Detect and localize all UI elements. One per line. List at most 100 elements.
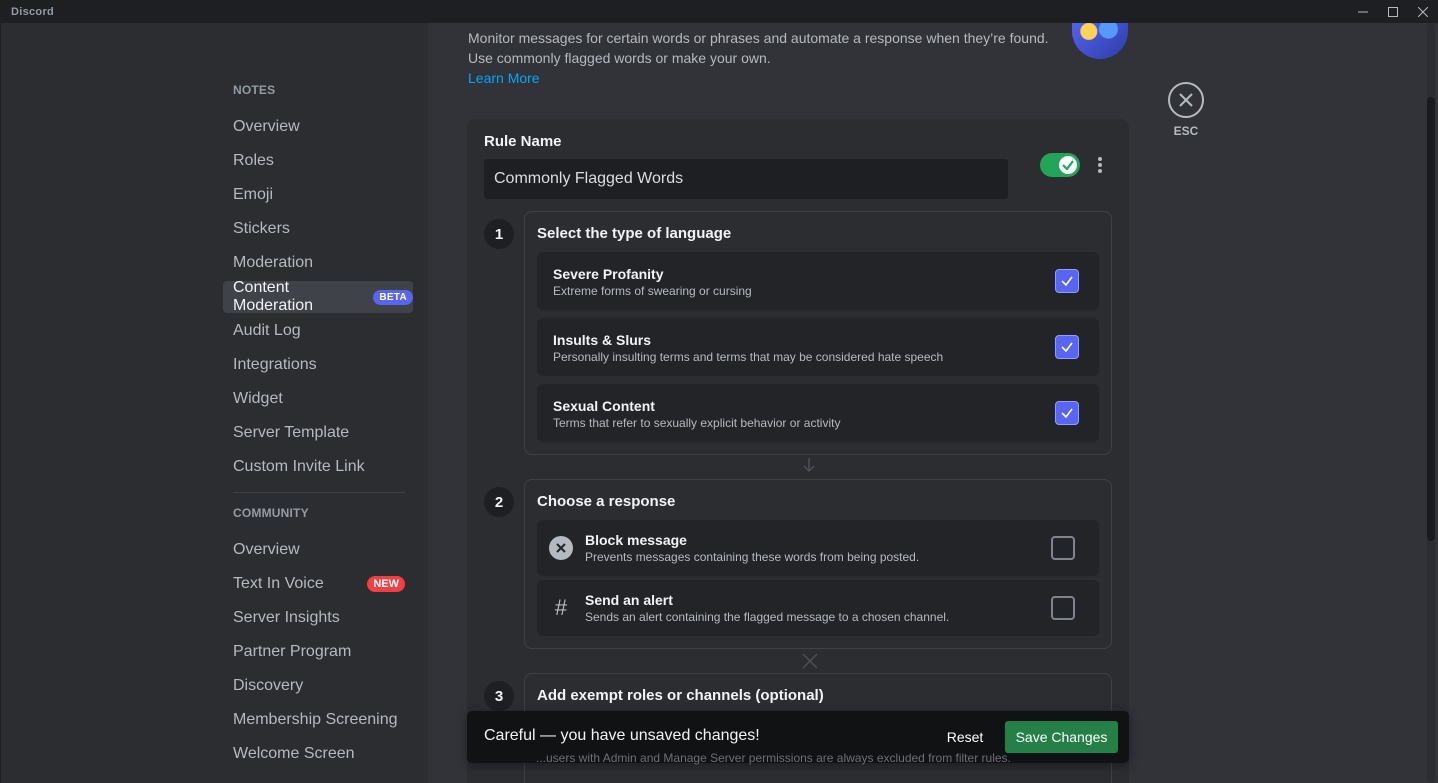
sidebar-item-audit-log[interactable]: Audit Log <box>223 315 413 347</box>
sidebar-item-label: Widget <box>233 390 283 407</box>
option-description: Sends an alert containing the flagged me… <box>585 610 950 624</box>
hash-icon: # <box>554 595 568 620</box>
scrollbar-thumb[interactable] <box>1427 97 1435 541</box>
sidebar-item-content-moderation[interactable]: Content Moderation BETA <box>223 279 413 314</box>
sidebar-item-partner-program[interactable]: Partner Program <box>223 636 413 668</box>
option-description: Extreme forms of swearing or cursing <box>553 284 752 298</box>
checkbox-checked[interactable] <box>1055 401 1079 425</box>
sidebar-item-label: Text In Voice <box>233 575 324 592</box>
title-bar: Discord <box>0 0 1438 23</box>
option-title: Insults & Slurs <box>553 332 652 348</box>
sidebar-item-discovery[interactable]: Discovery <box>223 670 413 702</box>
x-connector-icon <box>802 653 818 672</box>
automod-rule-card: Rule Name Commonly Flagged Words 1 Selec… <box>467 119 1129 783</box>
more-options-icon[interactable] <box>1095 155 1105 175</box>
rule-name-label: Rule Name <box>484 133 562 150</box>
beta-badge: BETA <box>373 289 413 305</box>
option-title: Send an alert <box>585 592 673 608</box>
sidebar-item-integrations[interactable]: Integrations <box>223 349 413 381</box>
sidebar-item-welcome-screen[interactable]: Welcome Screen <box>223 738 413 770</box>
sidebar-item-label: Membership Screening <box>233 711 398 728</box>
sidebar-item-widget[interactable]: Widget <box>223 383 413 415</box>
sidebar-item-label: Discovery <box>233 677 304 694</box>
rule-enabled-toggle[interactable] <box>1040 153 1080 177</box>
option-title: Severe Profanity <box>553 266 664 282</box>
option-description: Terms that refer to sexually explicit be… <box>553 416 841 430</box>
nav-divider <box>233 492 405 493</box>
app-title: Discord <box>11 5 55 18</box>
sidebar-item-server-template[interactable]: Server Template <box>223 417 413 449</box>
arrow-down-icon <box>802 457 816 476</box>
check-icon <box>1059 156 1077 174</box>
option-send-alert[interactable]: # Send an alert Sends an alert containin… <box>537 580 1099 636</box>
sidebar-item-emoji[interactable]: Emoji <box>223 179 413 211</box>
close-window-icon[interactable] <box>1408 0 1438 23</box>
esc-label: ESC <box>1173 124 1199 138</box>
close-settings[interactable]: ESC <box>1168 82 1204 138</box>
sidebar-item-community-overview[interactable]: Overview <box>223 534 413 566</box>
block-icon <box>549 536 573 560</box>
step-number-3: 3 <box>484 681 514 711</box>
sidebar-item-label: Overview <box>233 118 300 135</box>
sidebar-item-label: Overview <box>233 541 300 558</box>
new-badge: NEW <box>367 576 405 592</box>
unsaved-message: Careful — you have unsaved changes! <box>484 727 760 744</box>
sidebar-item-label: Roles <box>233 152 274 169</box>
sidebar-item-membership-screening[interactable]: Membership Screening <box>223 704 413 736</box>
window-controls <box>1348 0 1438 23</box>
option-title: Sexual Content <box>553 398 655 414</box>
section-header-notes: NOTES <box>233 83 276 97</box>
settings-content: Monitor messages for certain words or ph… <box>428 23 1438 783</box>
reset-button[interactable]: Reset <box>937 721 993 753</box>
checkbox-unchecked[interactable] <box>1051 596 1075 620</box>
checkbox-checked[interactable] <box>1055 269 1079 293</box>
checkbox-checked[interactable] <box>1055 335 1079 359</box>
sidebar-item-moderation[interactable]: Moderation <box>223 247 413 279</box>
sidebar-item-label: Custom Invite Link <box>233 458 365 475</box>
intro-text: Monitor messages for certain words or ph… <box>468 30 1049 66</box>
automod-illustration <box>1072 23 1128 59</box>
option-title: Block message <box>585 532 687 548</box>
intro-description: Monitor messages for certain words or ph… <box>468 28 1068 88</box>
minimize-icon[interactable] <box>1348 0 1378 23</box>
option-insults-slurs[interactable]: Insults & Slurs Personally insulting ter… <box>537 318 1099 376</box>
learn-more-link[interactable]: Learn More <box>468 68 1068 88</box>
sidebar-item-label: Emoji <box>233 186 274 203</box>
sidebar-item-custom-invite-link[interactable]: Custom Invite Link <box>223 451 413 483</box>
sidebar-item-text-in-voice[interactable]: Text In Voice NEW <box>223 568 413 600</box>
sidebar-item-label: Integrations <box>233 356 317 373</box>
step-response: Choose a response Block message Prevents… <box>524 479 1112 649</box>
step-title: Select the type of language <box>537 225 732 242</box>
settings-sidebar: NOTES Overview Roles Emoji Stickers Mode… <box>1 23 428 783</box>
option-description: Prevents messages containing these words… <box>585 550 920 564</box>
option-severe-profanity[interactable]: Severe Profanity Extreme forms of sweari… <box>537 252 1099 310</box>
section-header-community: COMMUNITY <box>233 506 309 520</box>
sidebar-item-label: Server Insights <box>233 609 340 626</box>
option-sexual-content[interactable]: Sexual Content Terms that refer to sexua… <box>537 384 1099 442</box>
option-description: Personally insulting terms and terms tha… <box>553 350 944 364</box>
step-language: Select the type of language Severe Profa… <box>524 211 1112 455</box>
sidebar-item-label: Audit Log <box>233 322 301 339</box>
sidebar-item-stickers[interactable]: Stickers <box>223 213 413 245</box>
sidebar-item-server-insights[interactable]: Server Insights <box>223 602 413 634</box>
sidebar-item-label: Content Moderation <box>233 279 314 314</box>
settings-nav: NOTES Overview Roles Emoji Stickers Mode… <box>223 23 413 772</box>
step-title: Add exempt roles or channels (optional) <box>537 687 824 704</box>
exempt-note-peek: ...users with Admin and Manage Server pe… <box>536 751 1011 765</box>
save-changes-button[interactable]: Save Changes <box>1005 721 1118 753</box>
checkbox-unchecked[interactable] <box>1051 536 1075 560</box>
sidebar-item-label: Partner Program <box>233 643 352 660</box>
sidebar-item-roles[interactable]: Roles <box>223 145 413 177</box>
option-block-message[interactable]: Block message Prevents messages containi… <box>537 520 1099 576</box>
step-number-1: 1 <box>484 219 514 249</box>
rule-name-input[interactable]: Commonly Flagged Words <box>484 159 1008 199</box>
maximize-icon[interactable] <box>1378 0 1408 23</box>
step-number-2: 2 <box>484 487 514 517</box>
sidebar-item-label: Welcome Screen <box>233 745 355 762</box>
sidebar-item-overview[interactable]: Overview <box>223 111 413 143</box>
sidebar-item-label: Server Template <box>233 424 350 441</box>
sidebar-item-label: Moderation <box>233 254 314 271</box>
step-title: Choose a response <box>537 493 676 510</box>
close-icon[interactable] <box>1168 82 1204 118</box>
sidebar-item-label: Stickers <box>233 220 290 237</box>
